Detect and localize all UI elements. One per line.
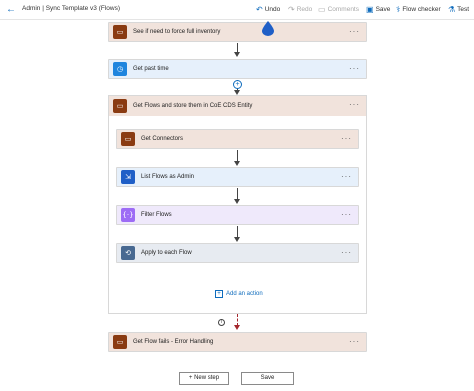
arrow-down-icon [234,52,240,57]
step-flow-fails[interactable]: ▭ Get Flow fails - Error Handling ··· [108,332,367,352]
save-flow-button[interactable]: Save [241,372,294,385]
add-action-icon: + [215,290,223,298]
step-list-flows[interactable]: ⇲ List Flows as Admin ··· [116,167,359,187]
variable-icon: ▭ [113,25,127,39]
flow-checker-button[interactable]: ⚕ Flow checker [396,4,441,16]
info-icon[interactable]: i [218,319,225,326]
new-step-button[interactable]: + New step [179,372,229,385]
scope-icon: ▭ [113,99,127,113]
save-icon: ▣ [366,5,374,14]
loop-icon: ⟲ [121,246,135,260]
back-arrow-icon[interactable]: ← [6,5,16,15]
undo-icon: ↶ [256,5,263,14]
arrow-down-icon [234,237,240,242]
more-options-icon[interactable]: ··· [341,135,352,143]
scope-icon: ▭ [113,335,127,349]
arrow-down-icon [234,325,240,330]
flow-title: Admin | Sync Template v3 (Flows) [22,5,121,12]
stethoscope-icon: ⚕ [396,5,401,14]
arrow-down-icon [234,161,240,166]
insert-step-plus-icon[interactable]: + [233,80,242,89]
step-get-past-time[interactable]: ◷ Get past time ··· [108,59,367,79]
variable-icon: ▭ [121,132,135,146]
comment-icon: ▭ [318,5,326,14]
save-button[interactable]: ▣ Save [366,4,390,16]
add-action-button[interactable]: + Add an action [215,290,263,298]
flask-icon: ⚗ [448,5,456,14]
redo-button[interactable]: ↷ Redo [288,4,312,16]
test-button[interactable]: ⚗ Test [448,4,469,16]
more-options-icon[interactable]: ··· [349,65,360,73]
step-apply-each[interactable]: ⟲ Apply to each Flow ··· [116,243,359,263]
step-force-inventory[interactable]: ▭ See if need to force full inventory ··… [108,22,367,42]
clock-icon: ◷ [113,62,127,76]
more-options-icon[interactable]: ··· [341,249,352,257]
cursor-drop-icon [262,21,274,36]
filter-braces-icon: {·} [121,208,135,222]
top-toolbar: ← Admin | Sync Template v3 (Flows) ↶ Und… [0,0,474,20]
power-automate-icon: ⇲ [121,170,135,184]
more-options-icon[interactable]: ··· [349,101,360,109]
more-options-icon[interactable]: ··· [349,338,360,346]
redo-icon: ↷ [288,5,295,14]
arrow-down-icon [234,199,240,204]
more-options-icon[interactable]: ··· [349,28,360,36]
step-filter-flows[interactable]: {·} Filter Flows ··· [116,205,359,225]
comments-button[interactable]: ▭ Comments [318,4,359,16]
scope-header[interactable]: ▭ Get Flows and store them in CoE CDS En… [109,96,366,116]
undo-button[interactable]: ↶ Undo [256,4,280,16]
step-get-connectors[interactable]: ▭ Get Connectors ··· [116,129,359,149]
more-options-icon[interactable]: ··· [341,173,352,181]
more-options-icon[interactable]: ··· [341,211,352,219]
